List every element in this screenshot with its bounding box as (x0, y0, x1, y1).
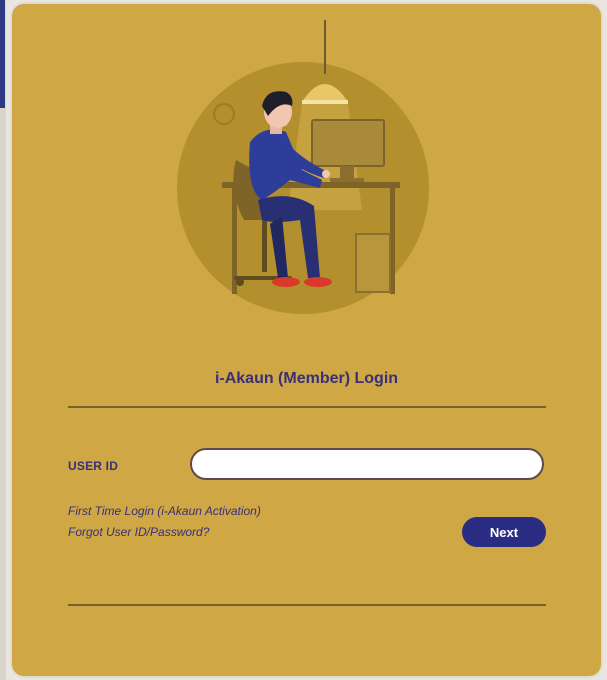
left-edge-accent (0, 0, 5, 108)
next-button[interactable]: Next (462, 517, 546, 547)
page-title: i-Akaun (Member) Login (214, 370, 399, 387)
user-id-input[interactable] (190, 448, 544, 480)
person-at-computer-illustration (177, 20, 429, 314)
user-id-label: USER ID (68, 459, 119, 473)
title-divider (68, 406, 546, 408)
lamp-cord-icon (324, 20, 326, 74)
monitor-icon (311, 119, 385, 167)
shoe-icon (304, 277, 332, 287)
login-card: i-Akaun (Member) Login USER ID First Tim… (12, 4, 601, 676)
left-edge-strip (0, 0, 6, 680)
forgot-credentials-link[interactable]: Forgot User ID/Password? (68, 525, 209, 539)
computer-tower-icon (355, 233, 391, 293)
footer-divider (68, 604, 546, 606)
first-time-login-link[interactable]: First Time Login (i-Akaun Activation) (68, 504, 261, 518)
